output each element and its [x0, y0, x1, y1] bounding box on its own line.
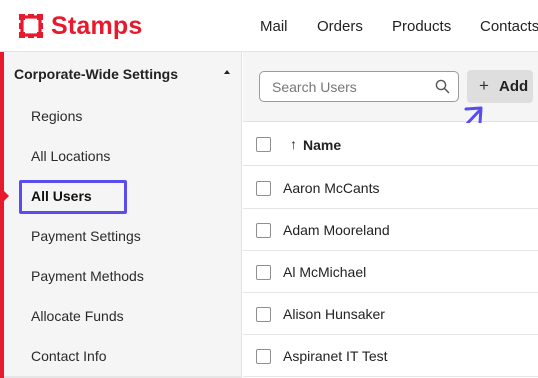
- users-toolbar: + Add: [243, 52, 538, 122]
- user-name-cell[interactable]: Aspiranet IT Test: [283, 348, 388, 364]
- row-checkbox[interactable]: [256, 349, 271, 364]
- row-checkbox[interactable]: [256, 181, 271, 196]
- row-checkbox[interactable]: [256, 307, 271, 322]
- table-row[interactable]: Al McMichael: [243, 251, 538, 293]
- stamp-frame-icon: [19, 14, 43, 38]
- sidebar-item-allocate-funds[interactable]: Allocate Funds: [31, 308, 124, 324]
- select-all-checkbox[interactable]: [256, 137, 271, 152]
- table-row[interactable]: Adam Mooreland: [243, 209, 538, 251]
- nav-products[interactable]: Products: [392, 18, 451, 35]
- user-name-cell[interactable]: Alison Hunsaker: [283, 306, 385, 322]
- sidebar-item-all-locations[interactable]: All Locations: [31, 148, 110, 164]
- sidebar-item-payment-settings[interactable]: Payment Settings: [31, 228, 141, 244]
- row-checkbox[interactable]: [256, 223, 271, 238]
- sidebar-item-payment-methods[interactable]: Payment Methods: [31, 268, 144, 284]
- add-button-label: Add: [499, 78, 529, 95]
- stamps-logo[interactable]: Stamps: [19, 13, 143, 39]
- sort-ascending-icon[interactable]: ↑: [290, 136, 297, 152]
- user-name-cell[interactable]: Al McMichael: [283, 264, 366, 280]
- sidebar-section-header[interactable]: Corporate-Wide Settings: [14, 66, 178, 82]
- sidebar-item-regions[interactable]: Regions: [31, 108, 82, 124]
- collapse-caret-icon[interactable]: [224, 70, 230, 74]
- search-input[interactable]: [272, 78, 422, 96]
- table-header-row: ↑ Name: [243, 123, 538, 166]
- column-header-name[interactable]: Name: [303, 137, 341, 153]
- table-row[interactable]: Aspiranet IT Test: [243, 335, 538, 377]
- brand-name: Stamps: [51, 12, 143, 40]
- active-item-marker-icon: [4, 191, 9, 201]
- sidebar-item-all-users[interactable]: All Users: [31, 188, 92, 204]
- nav-orders[interactable]: Orders: [317, 18, 363, 35]
- plus-icon: +: [479, 76, 489, 95]
- nav-contacts[interactable]: Contacts: [480, 18, 538, 35]
- sidebar-item-contact-info[interactable]: Contact Info: [31, 348, 107, 364]
- nav-mail[interactable]: Mail: [260, 18, 288, 35]
- top-navigation-bar: Stamps Mail Orders Products Contacts: [0, 0, 538, 52]
- table-row[interactable]: Aaron McCants: [243, 167, 538, 209]
- user-name-cell[interactable]: Adam Mooreland: [283, 222, 390, 238]
- table-row[interactable]: Alison Hunsaker: [243, 293, 538, 335]
- row-checkbox[interactable]: [256, 265, 271, 280]
- search-box[interactable]: [259, 71, 459, 102]
- settings-sidebar: Corporate-Wide Settings Regions All Loca…: [4, 52, 242, 378]
- user-name-cell[interactable]: Aaron McCants: [283, 180, 379, 196]
- search-icon[interactable]: [435, 79, 450, 94]
